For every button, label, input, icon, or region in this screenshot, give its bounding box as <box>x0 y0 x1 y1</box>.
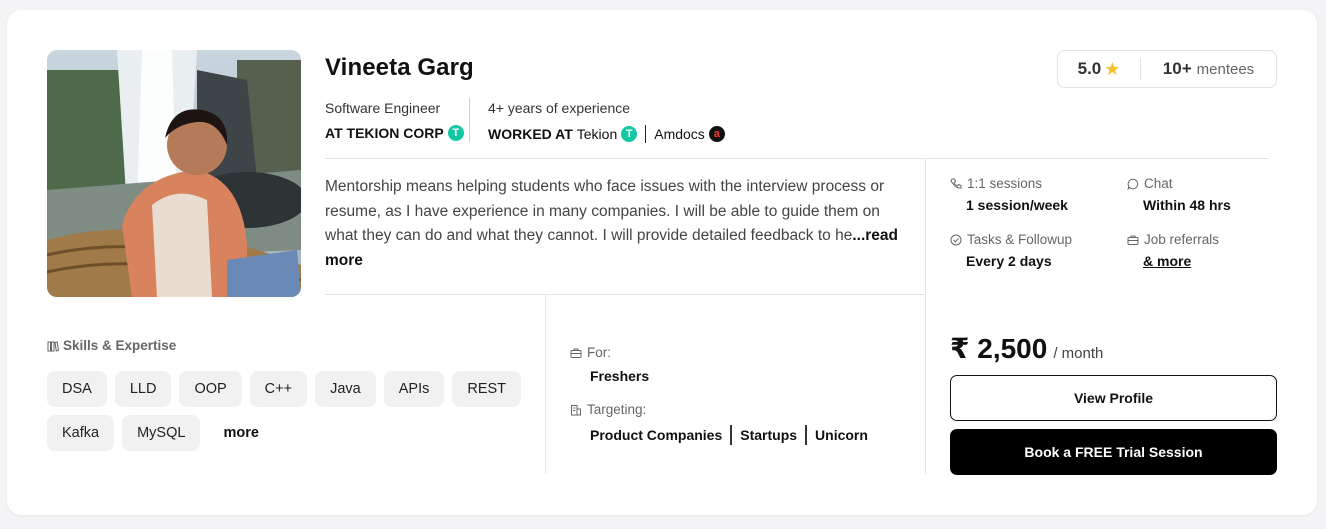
audience-block: For: Freshers Targeting: Product Compani… <box>570 345 868 445</box>
worked-at: WORKED AT Tekion T Amdocs a <box>488 125 725 143</box>
sessions-value: 1 session/week <box>966 197 1068 213</box>
experience-label: 4+ years of experience <box>488 100 631 116</box>
worked-company-amdocs: Amdocs <box>654 126 705 142</box>
skills-heading: Skills & Expertise <box>47 338 176 353</box>
sessions-stat: 1:1 sessions 1 session/week <box>950 176 1068 213</box>
skill-chip[interactable]: Kafka <box>47 415 115 451</box>
skill-chip[interactable]: C++ <box>249 371 308 407</box>
price-block: ₹ 2,500 / month <box>950 332 1103 365</box>
skill-chip[interactable]: OOP <box>179 371 242 407</box>
briefcase-icon <box>1127 235 1139 245</box>
bio-text: Mentorship means helping students who fa… <box>325 178 885 244</box>
current-role-block: Software Engineer AT TEKION CORP T <box>325 100 464 141</box>
mentee-count: 10+ mentees <box>1141 59 1276 79</box>
chat-label-row: Chat <box>1127 176 1231 191</box>
targeting-separator <box>805 425 808 445</box>
check-circle-icon <box>950 234 962 245</box>
amdocs-logo-icon: a <box>708 126 725 142</box>
for-value: Freshers <box>590 368 650 384</box>
skill-chip[interactable]: REST <box>452 371 522 407</box>
chat-icon <box>1127 178 1139 190</box>
company-separator <box>645 125 647 143</box>
tasks-stat: Tasks & Followup Every 2 days <box>950 232 1072 269</box>
targeting-value: Unicorn <box>815 427 868 443</box>
meta-divider <box>469 98 470 142</box>
experience-block: 4+ years of experience WORKED AT Tekion … <box>488 100 725 143</box>
current-company: AT TEKION CORP T <box>325 125 464 141</box>
phone-icon <box>950 178 962 189</box>
referrals-stat: Job referrals & more <box>1127 232 1219 269</box>
skills-list: DSA LLD OOP C++ Java APIs REST Kafka MyS… <box>47 371 527 451</box>
referrals-label: Job referrals <box>1144 232 1220 247</box>
skill-chip[interactable]: MySQL <box>122 415 201 451</box>
skills-title: Skills & Expertise <box>63 338 177 353</box>
mentee-count-label: mentees <box>1196 61 1255 78</box>
books-icon <box>47 340 59 352</box>
tekion-logo-icon: T <box>447 125 464 141</box>
chat-label: Chat <box>1144 176 1173 191</box>
tasks-label-row: Tasks & Followup <box>950 232 1072 247</box>
referrals-more-link[interactable]: & more <box>1127 253 1219 269</box>
mentor-name: Vineeta Garg <box>325 54 474 81</box>
skills-more-button[interactable]: more <box>208 415 273 451</box>
worked-company-tekion: Tekion <box>576 126 618 142</box>
audience-divider <box>545 294 546 474</box>
targeting-values: Product Companies Startups Unicorn <box>570 425 868 445</box>
tekion-logo-icon: T <box>621 126 638 142</box>
building-icon <box>571 404 581 415</box>
rating-value: 5.0 <box>1077 59 1102 78</box>
role-label: Software Engineer <box>325 100 441 116</box>
current-company-text: AT TEKION CORP <box>325 125 444 141</box>
skill-chip[interactable]: Java <box>315 371 376 407</box>
star-icon: ★ <box>1104 58 1121 79</box>
mentor-photo <box>47 50 301 297</box>
briefcase-icon <box>570 348 582 358</box>
for-label-row: For: <box>570 345 868 360</box>
price-period: / month <box>1053 345 1104 362</box>
header-divider <box>325 158 1269 159</box>
view-profile-button[interactable]: View Profile <box>950 375 1277 421</box>
targeting-label: Targeting: <box>587 402 647 417</box>
chat-value: Within 48 hrs <box>1143 197 1231 213</box>
tasks-label: Tasks & Followup <box>967 232 1073 247</box>
skill-chip[interactable]: LLD <box>114 371 172 407</box>
price-amount: ₹ 2,500 <box>950 333 1048 364</box>
skill-chip[interactable]: DSA <box>47 371 107 407</box>
rating-score: 5.0 ★ <box>1058 59 1140 80</box>
skill-chip[interactable]: APIs <box>383 371 445 407</box>
referrals-label-row: Job referrals <box>1127 232 1219 247</box>
mentor-bio: Mentorship means helping students who fa… <box>325 175 910 273</box>
tasks-value: Every 2 days <box>966 253 1052 269</box>
targeting-value: Product Companies <box>590 427 723 443</box>
rating-box: 5.0 ★ 10+ mentees <box>1057 50 1277 88</box>
book-trial-button[interactable]: Book a FREE Trial Session <box>950 429 1277 475</box>
sessions-label: 1:1 sessions <box>967 176 1043 191</box>
mentee-count-value: 10+ <box>1162 59 1192 78</box>
chat-stat: Chat Within 48 hrs <box>1127 176 1231 213</box>
worked-at-prefix: WORKED AT <box>488 126 573 142</box>
targeting-value: Startups <box>740 427 798 443</box>
targeting-separator <box>730 425 733 445</box>
right-column-divider <box>925 158 926 474</box>
for-label: For: <box>587 345 612 360</box>
targeting-label-row: Targeting: <box>570 402 868 417</box>
bio-divider <box>325 294 925 295</box>
sessions-label-row: 1:1 sessions <box>950 176 1068 191</box>
mentor-card: Vineeta Garg Software Engineer AT TEKION… <box>7 10 1317 515</box>
